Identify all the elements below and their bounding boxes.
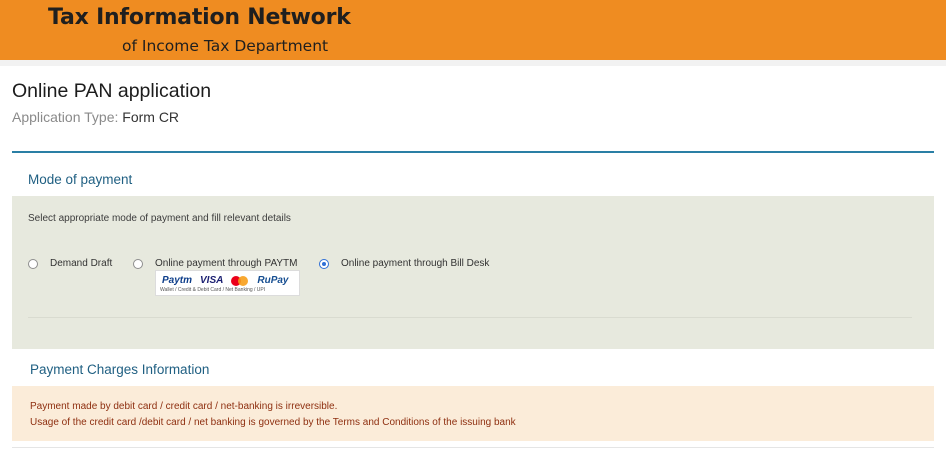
header-shadow [0, 60, 946, 66]
option-label[interactable]: Online payment through PAYTM [155, 258, 297, 269]
brand-title: Tax Information Network [48, 5, 351, 30]
option-demand-draft[interactable]: Demand Draft [28, 258, 112, 269]
radio-demand-draft[interactable] [28, 258, 38, 269]
visa-logo: VISA [200, 275, 224, 286]
site-header: Tax Information Network of Income Tax De… [0, 0, 946, 60]
application-type-label: Application Type: [12, 109, 119, 125]
mastercard-icon [231, 275, 249, 286]
payment-charges-title: Payment Charges Information [30, 362, 210, 377]
payment-charges-notice: Payment made by debit card / credit card… [12, 386, 934, 441]
application-type-value: Form CR [122, 109, 180, 125]
option-paytm[interactable]: Online payment through PAYTM [133, 258, 297, 269]
radio-bill-desk[interactable] [319, 258, 329, 269]
rupay-logo: RuPay [257, 275, 289, 286]
logo-caption: Wallet / Credit & Debit Card / Net Banki… [160, 287, 266, 293]
brand-subtitle: of Income Tax Department [122, 37, 329, 55]
page-title: Online PAN application [12, 80, 212, 102]
panel-divider [28, 317, 912, 318]
option-label[interactable]: Online payment through Bill Desk [341, 258, 489, 269]
payment-instruction: Select appropriate mode of payment and f… [28, 213, 291, 224]
payment-logos: Paytm VISA RuPay Wallet / Credit & Debit… [155, 270, 300, 296]
bottom-divider [12, 447, 934, 448]
section-divider [12, 151, 934, 153]
notice-line: Usage of the credit card /debit card / n… [30, 417, 516, 428]
paytm-logo: Paytm [162, 275, 193, 286]
notice-line: Payment made by debit card / credit card… [30, 401, 338, 412]
option-label[interactable]: Demand Draft [50, 258, 112, 269]
payment-panel: Select appropriate mode of payment and f… [12, 196, 934, 349]
application-type: Application Type: Form CR [12, 109, 179, 125]
option-bill-desk[interactable]: Online payment through Bill Desk [319, 258, 489, 269]
mode-of-payment-title: Mode of payment [28, 172, 133, 187]
radio-paytm[interactable] [133, 258, 143, 269]
